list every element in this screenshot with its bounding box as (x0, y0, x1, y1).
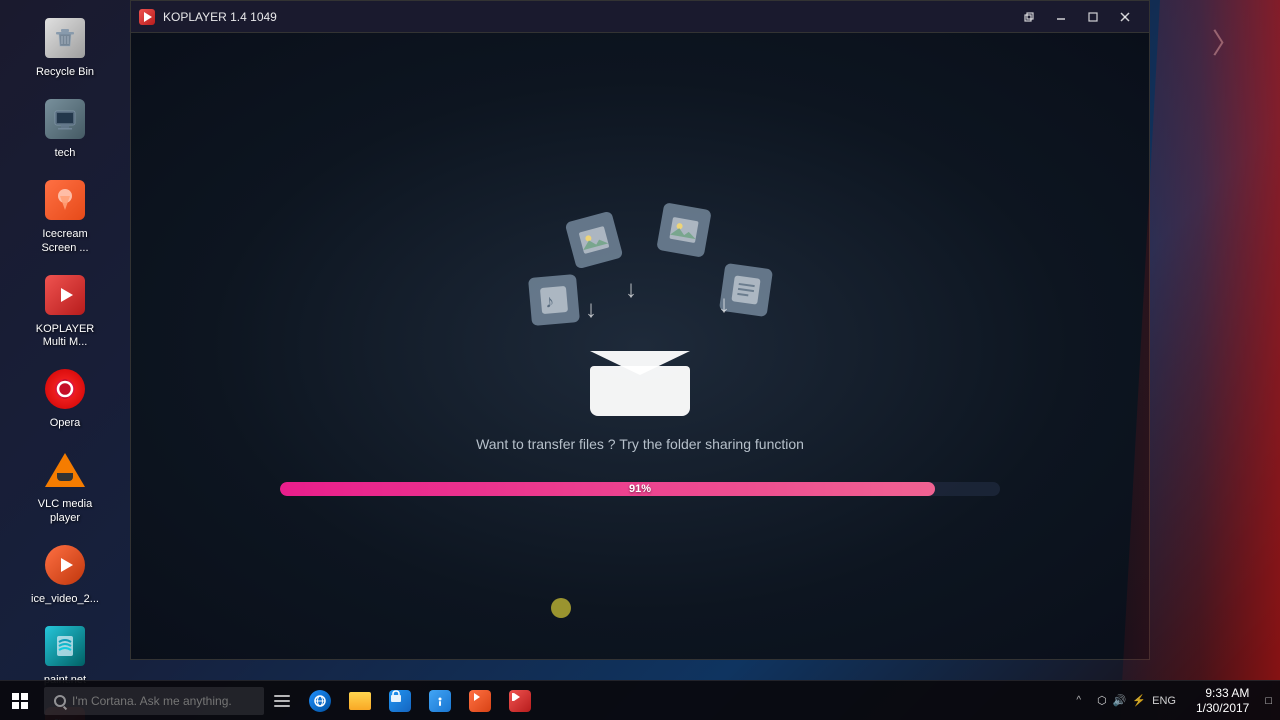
ie-icon (309, 690, 331, 712)
file-music-icon: ♪ (528, 274, 580, 326)
arrow-down-2: ↓ (625, 276, 637, 304)
koplayer-window: KOPLAYER 1.4 1049 (130, 0, 1150, 660)
windows-logo-icon (12, 693, 28, 709)
window-titlebar: KOPLAYER 1.4 1049 (131, 1, 1149, 33)
transfer-text: Want to transfer files ? Try the folder … (476, 436, 804, 452)
tech-label: tech (55, 147, 76, 160)
system-clock[interactable]: 9:33 AM 1/30/2017 (1188, 686, 1257, 715)
minimize-button[interactable] (1045, 1, 1077, 33)
battery-icon: ⚡ (1132, 694, 1146, 707)
desktop: Recycle Bin tech (0, 0, 1280, 720)
taskbar: ^ ⬡ 🔊 ⚡ ENG 9:33 AM 1/30/2017 □ (0, 680, 1280, 720)
sysinfo-icon (429, 690, 451, 712)
window-title: KOPLAYER 1.4 1049 (163, 10, 1013, 24)
tech-icon[interactable]: tech (20, 89, 110, 166)
red-app-icon (509, 690, 531, 712)
taskbar-red-app[interactable] (500, 681, 540, 720)
file-photo-2-icon (656, 202, 712, 258)
file-photo-1-icon (565, 211, 624, 270)
vlc-icon[interactable]: VLC media player (20, 440, 110, 530)
progress-bar-fill (280, 482, 935, 496)
recycle-bin-label: Recycle Bin (36, 66, 94, 79)
maximize-button[interactable] (1077, 1, 1109, 33)
koplayer-multi-label: KOPLAYER Multi M... (28, 323, 102, 349)
desktop-icons: Recycle Bin tech (0, 0, 130, 680)
opera-label: Opera (50, 417, 81, 430)
vlc-label: VLC media player (28, 498, 102, 524)
clock-time: 9:33 AM (1205, 686, 1249, 700)
icecream-label: Icecream Screen ... (28, 228, 102, 254)
search-input[interactable] (72, 694, 254, 708)
icevideo-icon[interactable]: ice_video_2... (20, 535, 110, 612)
progress-label: 91% (629, 483, 651, 495)
taskbar-explorer[interactable] (340, 681, 380, 720)
task-view-icon (274, 695, 290, 707)
koplayer-multi-icon[interactable]: KOPLAYER Multi M... (20, 265, 110, 355)
task-view-button[interactable] (264, 681, 300, 720)
inbox-tray (590, 351, 690, 416)
recycle-bin-icon[interactable]: Recycle Bin (20, 8, 110, 85)
opera-icon[interactable]: Opera (20, 359, 110, 436)
koplayer-logo (139, 9, 155, 25)
svg-text:♪: ♪ (544, 291, 555, 312)
notification-icon[interactable]: □ (1265, 695, 1272, 707)
lang-icon: ENG (1152, 695, 1176, 707)
window-controls (1013, 1, 1141, 33)
transfer-illustration: ♪ ↓ ↓ ↓ (490, 196, 790, 416)
restore-button[interactable] (1013, 1, 1045, 33)
taskbar-store[interactable] (380, 681, 420, 720)
icecream-icon[interactable]: Icecream Screen ... (20, 170, 110, 260)
clock-date: 1/30/2017 (1196, 701, 1249, 715)
cortana-search[interactable] (44, 687, 264, 715)
icevideo-label: ice_video_2... (31, 593, 99, 606)
system-tray: ^ ⬡ 🔊 ⚡ ENG 9:33 AM 1/30/2017 □ (1072, 686, 1280, 715)
taskbar-orange-app[interactable] (460, 681, 500, 720)
arrow-down-3: ↓ (718, 291, 730, 319)
taskbar-apps (300, 681, 1072, 720)
taskbar-system-info[interactable] (420, 681, 460, 720)
network-icon: ⬡ (1097, 694, 1107, 707)
close-button[interactable] (1109, 1, 1141, 33)
chevron-corner-decoration: 〉 (1212, 30, 1240, 58)
folder-icon (349, 692, 371, 710)
volume-icon: 🔊 (1113, 694, 1127, 707)
sys-icons: ⬡ 🔊 ⚡ ENG (1089, 694, 1184, 707)
search-icon (54, 695, 66, 707)
arrow-down-1: ↓ (585, 296, 597, 324)
window-body: ♪ ↓ ↓ ↓ (131, 33, 1149, 659)
taskbar-ie[interactable] (300, 681, 340, 720)
progress-bar-container: 91% (280, 482, 1000, 496)
tray-chevron[interactable]: ^ (1072, 693, 1085, 708)
start-button[interactable] (0, 681, 40, 720)
orange-app-icon (469, 690, 491, 712)
store-icon (389, 690, 411, 712)
